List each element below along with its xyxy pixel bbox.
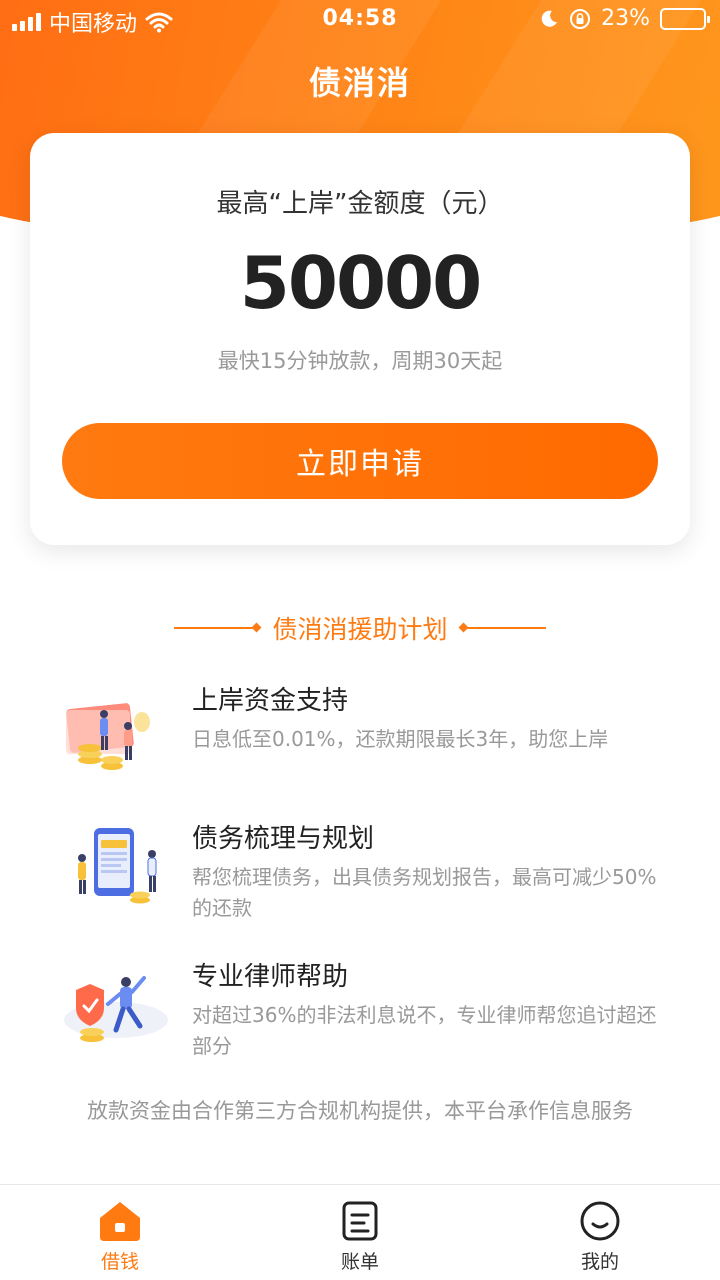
tab-label: 借钱 <box>100 1251 139 1273</box>
tab-borrow[interactable]: 借钱 <box>0 1185 240 1280</box>
section-title: 债消消援助计划 <box>272 615 448 644</box>
bottom-tab-bar: 借钱 账单 我的 <box>0 1184 720 1280</box>
credit-card-panel: 最高“上岸”金额度（元） 50000 最快15分钟放款，周期30天起 立即申请 <box>30 133 690 545</box>
feature-item-lawyer: 专业律师帮助 对超过36%的非法利息说不，专业律师帮您追讨超还部分 <box>60 956 680 1076</box>
status-right: 23% <box>539 6 710 31</box>
debt-planning-illustration <box>78 828 157 904</box>
rotation-lock-icon <box>570 8 591 29</box>
divider-right <box>461 627 546 629</box>
smile-icon <box>580 1201 620 1241</box>
feature-description: 日息低至0.01%，还款期限最长3年，助您上岸 <box>192 727 609 751</box>
page-title: 债消消 <box>308 64 411 102</box>
apply-now-button[interactable]: 立即申请 <box>62 423 658 499</box>
screen: 中国移动 04:58 23% 债消消 最高“上岸”金额度（元） 50000 最快… <box>0 0 720 1280</box>
money-support-illustration <box>66 703 150 770</box>
feature-title: 债务梳理与规划 <box>192 824 375 854</box>
bill-icon <box>342 1201 378 1241</box>
tab-bill[interactable]: 账单 <box>240 1185 480 1280</box>
divider-left <box>174 627 259 629</box>
loan-terms: 最快15分钟放款，周期30天起 <box>217 349 503 373</box>
tab-label: 我的 <box>580 1251 619 1273</box>
feature-title: 专业律师帮助 <box>192 962 349 992</box>
feature-item-planning: 债务梳理与规划 帮您梳理债务，出具债务规划报告，最高可减少50%的还款 <box>60 818 680 938</box>
feature-description: 对超过36%的非法利息说不，专业律师帮您追讨超还部分 <box>192 1003 657 1058</box>
tab-mine[interactable]: 我的 <box>480 1185 720 1280</box>
moon-icon <box>541 10 558 27</box>
battery-icon <box>660 7 710 30</box>
tab-label: 账单 <box>340 1251 379 1273</box>
amount-label: 最高“上岸”金额度（元） <box>216 189 504 219</box>
disclaimer-text: 放款资金由合作第三方合规机构提供，本平台承作信息服务 <box>87 1099 633 1123</box>
max-amount: 50000 <box>239 241 483 325</box>
lawyer-help-illustration <box>64 976 168 1042</box>
feature-title: 上岸资金支持 <box>192 686 349 716</box>
status-bar: 中国移动 04:58 23% <box>0 0 720 40</box>
home-icon <box>100 1202 140 1241</box>
feature-item-funding: 上岸资金支持 日息低至0.01%，还款期限最长3年，助您上岸 <box>60 680 680 790</box>
feature-description: 帮您梳理债务，出具债务规划报告，最高可减少50%的还款 <box>192 865 657 920</box>
battery-percent: 23% <box>601 6 650 31</box>
section-header: 债消消援助计划 <box>0 610 720 646</box>
